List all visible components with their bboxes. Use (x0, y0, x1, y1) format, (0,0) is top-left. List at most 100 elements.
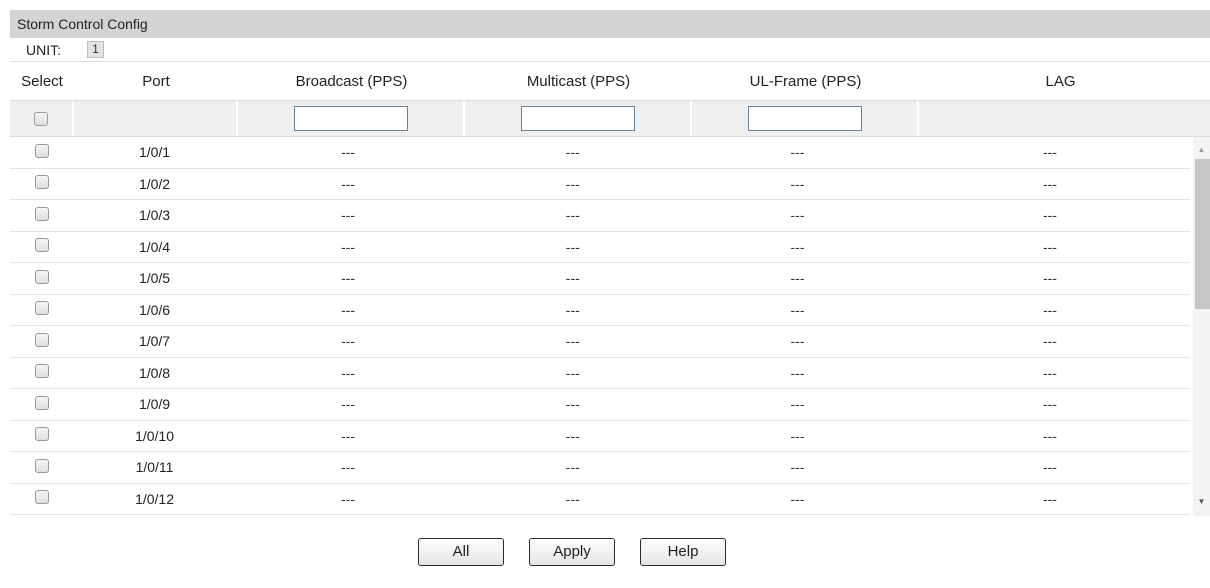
multicast-cell: --- (565, 459, 580, 476)
row-checkbox[interactable] (34, 458, 49, 473)
port-cell: 1/0/4 (138, 238, 171, 255)
port-cell: 1/0/2 (138, 175, 171, 192)
header-broadcast: Broadcast (PPS) (295, 72, 408, 90)
table-row[interactable]: 1/0/10 --- --- --- --- (10, 421, 1190, 452)
table-header: Select Port Broadcast (PPS) Multicast (P… (10, 62, 1210, 101)
port-cell: 1/0/7 (138, 333, 171, 350)
scroll-up-arrow-icon[interactable]: ▲ (1193, 141, 1210, 158)
row-checkbox[interactable] (34, 427, 49, 442)
table-row[interactable]: 1/0/8 --- --- --- --- (10, 358, 1190, 389)
table-row[interactable]: 1/0/4 --- --- --- --- (10, 232, 1190, 263)
apply-button[interactable]: Apply (529, 538, 615, 566)
multicast-cell: --- (565, 427, 580, 444)
port-cell: 1/0/9 (138, 396, 171, 413)
header-select: Select (21, 72, 63, 90)
table-body[interactable]: 1/0/1 --- --- --- --- 1/0/2 --- --- --- --- 1/0/3 -… (10, 137, 1210, 516)
unit-label: UNIT: (26, 41, 61, 58)
table-row[interactable]: 1/0/2 --- --- --- --- (10, 169, 1190, 200)
lag-cell: --- (1042, 238, 1057, 255)
broadcast-cell: --- (341, 144, 356, 161)
row-checkbox[interactable] (34, 332, 49, 347)
table-row[interactable]: 1/0/1 --- --- --- --- (10, 137, 1190, 169)
storm-control-panel: Storm Control Config UNIT: 1 Select Port… (10, 10, 1210, 516)
multicast-cell: --- (565, 175, 580, 192)
ulframe-cell: --- (790, 396, 805, 413)
table-row[interactable]: 1/0/9 --- --- --- --- (10, 389, 1190, 421)
row-checkbox[interactable] (34, 490, 49, 505)
broadcast-cell: --- (341, 207, 356, 224)
ulframe-cell: --- (790, 238, 805, 255)
lag-cell: --- (1042, 459, 1057, 476)
table-row[interactable]: 1/0/11 --- --- --- --- (10, 452, 1190, 484)
header-multicast: Multicast (PPS) (526, 72, 631, 90)
ulframe-cell: --- (790, 270, 805, 287)
port-cell: 1/0/10 (135, 427, 174, 444)
multicast-cell: --- (565, 364, 580, 381)
multicast-cell: --- (565, 238, 580, 255)
table-rows: 1/0/1 --- --- --- --- 1/0/2 --- --- --- --- 1/0/3 -… (10, 137, 1190, 515)
ulframe-cell: --- (790, 490, 805, 507)
help-button[interactable]: Help (640, 538, 726, 566)
multicast-cell: --- (565, 270, 580, 287)
broadcast-cell: --- (341, 333, 356, 350)
scroll-down-arrow-icon[interactable]: ▼ (1193, 493, 1210, 510)
broadcast-filter-input[interactable] (293, 106, 408, 131)
port-cell: 1/0/8 (138, 364, 171, 381)
vertical-scrollbar[interactable]: ▲ ▼ (1193, 137, 1210, 516)
port-cell: 1/0/6 (138, 301, 171, 318)
ulframe-cell: --- (790, 459, 805, 476)
row-checkbox[interactable] (34, 395, 49, 410)
broadcast-cell: --- (341, 396, 356, 413)
unit-row: UNIT: 1 (10, 38, 1210, 62)
broadcast-cell: --- (341, 490, 356, 507)
multicast-cell: --- (565, 301, 580, 318)
lag-cell: --- (1042, 144, 1057, 161)
button-bar: All Apply Help (0, 538, 1210, 566)
table-row[interactable]: 1/0/12 --- --- --- --- (10, 484, 1190, 515)
panel-title: Storm Control Config (10, 10, 1210, 38)
lag-cell: --- (1042, 175, 1057, 192)
multicast-cell: --- (565, 207, 580, 224)
row-checkbox[interactable] (34, 364, 49, 379)
ulframe-cell: --- (790, 333, 805, 350)
row-checkbox[interactable] (34, 269, 49, 284)
multicast-filter-input[interactable] (520, 106, 635, 131)
port-cell: 1/0/3 (138, 207, 171, 224)
row-checkbox[interactable] (34, 206, 49, 221)
broadcast-cell: --- (341, 270, 356, 287)
broadcast-cell: --- (341, 175, 356, 192)
unit-selector-button[interactable]: 1 (87, 41, 104, 58)
header-lag: LAG (1045, 72, 1076, 90)
ulframe-cell: --- (790, 364, 805, 381)
port-cell: 1/0/11 (135, 459, 174, 476)
row-checkbox[interactable] (34, 143, 49, 158)
table-row[interactable]: 1/0/3 --- --- --- --- (10, 200, 1190, 232)
lag-cell: --- (1042, 396, 1057, 413)
table-row[interactable]: 1/0/5 --- --- --- --- (10, 263, 1190, 295)
ulframe-cell: --- (790, 175, 805, 192)
select-all-button[interactable]: All (418, 538, 504, 566)
multicast-cell: --- (565, 490, 580, 507)
scrollbar-thumb[interactable] (1195, 159, 1210, 309)
filter-row (10, 101, 1210, 137)
row-checkbox[interactable] (34, 175, 49, 190)
lag-cell: --- (1042, 490, 1057, 507)
select-all-checkbox[interactable] (34, 111, 48, 126)
ulframe-cell: --- (790, 301, 805, 318)
table-row[interactable]: 1/0/6 --- --- --- --- (10, 295, 1190, 326)
broadcast-cell: --- (341, 427, 356, 444)
ulframe-filter-input[interactable] (747, 106, 862, 131)
row-checkbox[interactable] (34, 238, 49, 253)
lag-cell: --- (1042, 207, 1057, 224)
header-ulframe: UL-Frame (PPS) (749, 72, 862, 90)
ulframe-cell: --- (790, 427, 805, 444)
row-checkbox[interactable] (34, 301, 49, 316)
multicast-cell: --- (565, 396, 580, 413)
lag-cell: --- (1042, 427, 1057, 444)
ulframe-cell: --- (790, 144, 805, 161)
table-row[interactable]: 1/0/7 --- --- --- --- (10, 326, 1190, 358)
lag-cell: --- (1042, 333, 1057, 350)
multicast-cell: --- (565, 144, 580, 161)
lag-cell: --- (1042, 364, 1057, 381)
lag-cell: --- (1042, 270, 1057, 287)
